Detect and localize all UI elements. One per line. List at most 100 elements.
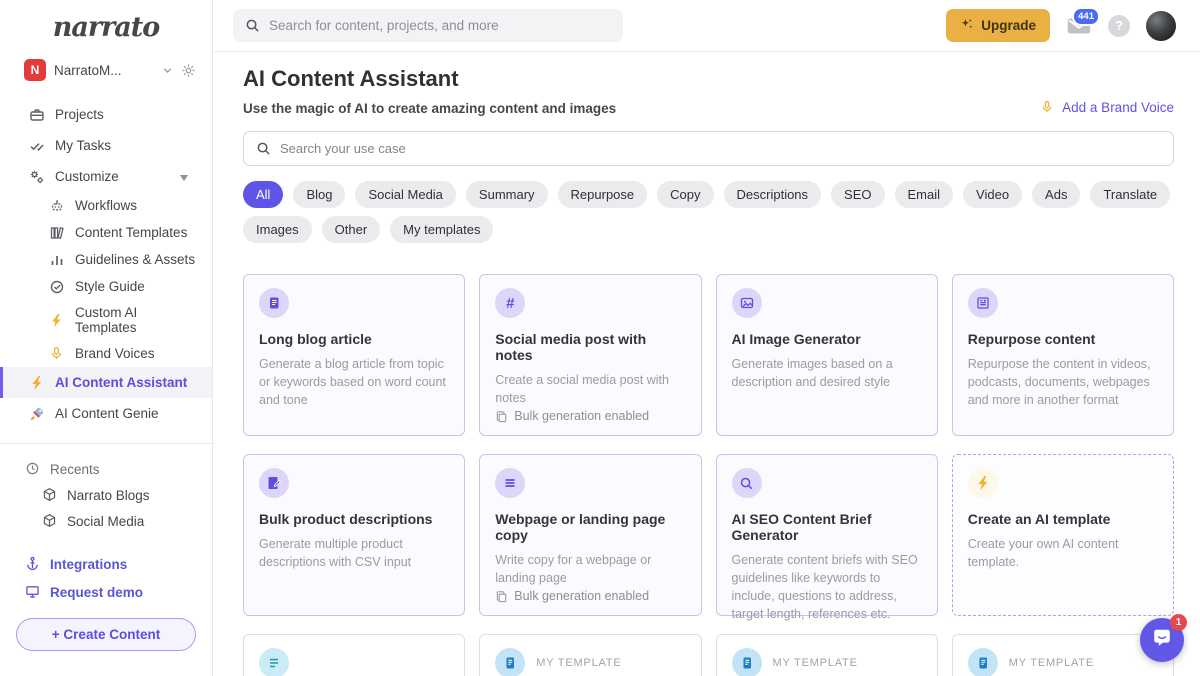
sidebar-item-custom-ai-templates[interactable]: Custom AI Templates <box>0 300 212 340</box>
filter-chip-copy[interactable]: Copy <box>657 181 714 208</box>
filter-chip-descriptions[interactable]: Descriptions <box>723 181 822 208</box>
search-icon <box>256 141 271 156</box>
recent-item-social-media[interactable]: Social Media <box>0 508 212 534</box>
recent-item-label: Social Media <box>67 513 145 529</box>
microphone-icon <box>48 345 65 362</box>
filter-chip-translate[interactable]: Translate <box>1090 181 1171 208</box>
workspace-name: NarratoM... <box>54 62 122 78</box>
cube-icon <box>42 513 58 529</box>
clock-icon <box>25 461 41 477</box>
global-search-input[interactable] <box>269 18 611 33</box>
add-brand-voice-label: Add a Brand Voice <box>1062 100 1174 115</box>
template-doc-icon <box>731 648 762 676</box>
caret-down-icon[interactable] <box>180 169 188 184</box>
usecase-search[interactable] <box>243 131 1174 166</box>
sidebar-item-label: Brand Voices <box>75 346 155 361</box>
chat-widget-button[interactable]: 1 <box>1140 614 1187 662</box>
sidebar-item-label: Custom AI Templates <box>75 305 138 335</box>
filter-chip-ads[interactable]: Ads <box>1032 181 1081 208</box>
inbox-count-badge: 441 <box>1072 6 1100 26</box>
card-bulk-product-descriptions[interactable]: Bulk product descriptions Generate multi… <box>243 454 466 616</box>
sidebar-item-guidelines-assets[interactable]: Guidelines & Assets <box>0 246 212 273</box>
workspace-selector[interactable]: N NarratoM... <box>0 49 212 91</box>
chat-unread-badge: 1 <box>1170 614 1187 631</box>
filter-chip-social-media[interactable]: Social Media <box>355 181 456 208</box>
filter-chip-images[interactable]: Images <box>243 216 312 243</box>
card-desc: Create your own AI content template. <box>967 537 1119 570</box>
card-product-reviews[interactable]: MY TEMPLATE Product Reviews <box>479 634 702 676</box>
rocket-icon <box>28 405 45 422</box>
sidebar-item-ai-content-assistant[interactable]: AI Content Assistant <box>0 367 212 398</box>
document-edit-icon <box>259 468 289 498</box>
integrations-link[interactable]: Integrations <box>0 550 212 578</box>
filter-chip-all[interactable]: All <box>243 181 284 208</box>
request-demo-link[interactable]: Request demo <box>0 578 212 606</box>
page-title: AI Content Assistant <box>243 66 459 91</box>
sidebar-item-style-guide[interactable]: Style Guide <box>0 273 212 300</box>
card-title: Bulk product descriptions <box>259 511 433 527</box>
create-content-button[interactable]: + Create Content <box>16 618 196 651</box>
recent-item-narrato-blogs[interactable]: Narrato Blogs <box>0 482 212 508</box>
filter-chip-email[interactable]: Email <box>894 181 954 208</box>
inbox-button[interactable]: 441 <box>1066 6 1100 36</box>
card-ai-topic-generator[interactable]: AI Topic Generator <box>243 634 466 676</box>
upgrade-button[interactable]: Upgrade <box>946 9 1050 42</box>
request-demo-label: Request demo <box>50 584 144 600</box>
help-button[interactable]: ? <box>1108 14 1130 37</box>
main-area: Upgrade 441 ? AI Content Assistant Use t… <box>213 0 1200 676</box>
sidebar-item-workflows[interactable]: Workflows <box>0 192 212 219</box>
card-desc: Generate images based on a description a… <box>731 357 893 390</box>
add-brand-voice-link[interactable]: Add a Brand Voice <box>1040 100 1174 116</box>
recents-header: Recents <box>0 456 212 482</box>
gears-icon <box>28 168 45 185</box>
sidebar-item-content-templates[interactable]: Content Templates <box>0 219 212 246</box>
sidebar-item-projects[interactable]: Projects <box>0 99 212 130</box>
sidebar-item-brand-voices[interactable]: Brand Voices <box>0 340 212 367</box>
search-icon <box>245 18 260 33</box>
card-social-media-post[interactable]: # Social media post with notes Create a … <box>479 274 702 436</box>
global-search[interactable] <box>233 9 623 42</box>
filter-chip-seo[interactable]: SEO <box>831 181 885 208</box>
card-title: Repurpose content <box>967 331 1096 347</box>
card-webpage-copy[interactable]: Webpage or landing page copy Write copy … <box>479 454 702 616</box>
card-long-blog-article[interactable]: Long blog article Generate a blog articl… <box>243 274 466 436</box>
document-icon <box>259 288 289 318</box>
card-repurpose-content[interactable]: Repurpose content Repurpose the content … <box>951 274 1174 436</box>
gear-icon[interactable] <box>181 63 196 78</box>
card-create-ai-template[interactable]: Create an AI template Create your own AI… <box>951 454 1174 616</box>
app-window: narrato N NarratoM... Projects My Tasks … <box>0 0 1200 676</box>
sidebar-item-ai-content-genie[interactable]: AI Content Genie <box>0 398 212 429</box>
filter-chip-summary[interactable]: Summary <box>465 181 548 208</box>
card-title: AI Image Generator <box>731 331 861 347</box>
recents-label: Recents <box>50 461 100 477</box>
my-template-label: MY TEMPLATE <box>1008 657 1094 669</box>
card-desc: Write copy for a webpage or landing page <box>495 553 652 586</box>
chevron-down-icon[interactable] <box>161 64 174 77</box>
sidebar-item-my-tasks[interactable]: My Tasks <box>0 130 212 161</box>
sidebar-item-label: Customize <box>55 169 119 184</box>
filter-chip-my-templates[interactable]: My templates <box>390 216 494 243</box>
books-icon <box>48 224 65 241</box>
check-circle-icon <box>48 278 65 295</box>
sidebar-item-label: Style Guide <box>75 279 145 294</box>
sidebar-item-customize[interactable]: Customize <box>0 161 212 192</box>
filter-chip-other[interactable]: Other <box>321 216 381 243</box>
page-subtitle: Use the magic of AI to create amazing co… <box>243 101 617 116</box>
sidebar-item-label: Projects <box>55 107 104 122</box>
sidebar-item-label: Workflows <box>75 198 138 213</box>
filter-chip-blog[interactable]: Blog <box>293 181 346 208</box>
card-ai-image-generator[interactable]: AI Image Generator Generate images based… <box>715 274 938 436</box>
user-avatar[interactable] <box>1146 10 1176 41</box>
filter-chip-repurpose[interactable]: Repurpose <box>557 181 648 208</box>
card-ai-seo-brief-generator[interactable]: AI SEO Content Brief Generator Generate … <box>715 454 938 621</box>
microphone-icon <box>1040 100 1055 115</box>
card-newsletter-from-blog-url[interactable]: MY TEMPLATE Newsletter from blog URL <box>715 634 938 676</box>
card-title: Webpage or landing page copy <box>495 511 666 543</box>
usecase-search-input[interactable] <box>280 141 1161 156</box>
newspaper-icon <box>967 288 998 318</box>
robot-icon <box>48 197 65 214</box>
copy-icon <box>495 410 508 423</box>
filter-chip-video[interactable]: Video <box>963 181 1023 208</box>
card-desc: Repurpose the content in videos, podcast… <box>967 357 1151 408</box>
sidebar-item-label: AI Content Genie <box>55 406 159 421</box>
